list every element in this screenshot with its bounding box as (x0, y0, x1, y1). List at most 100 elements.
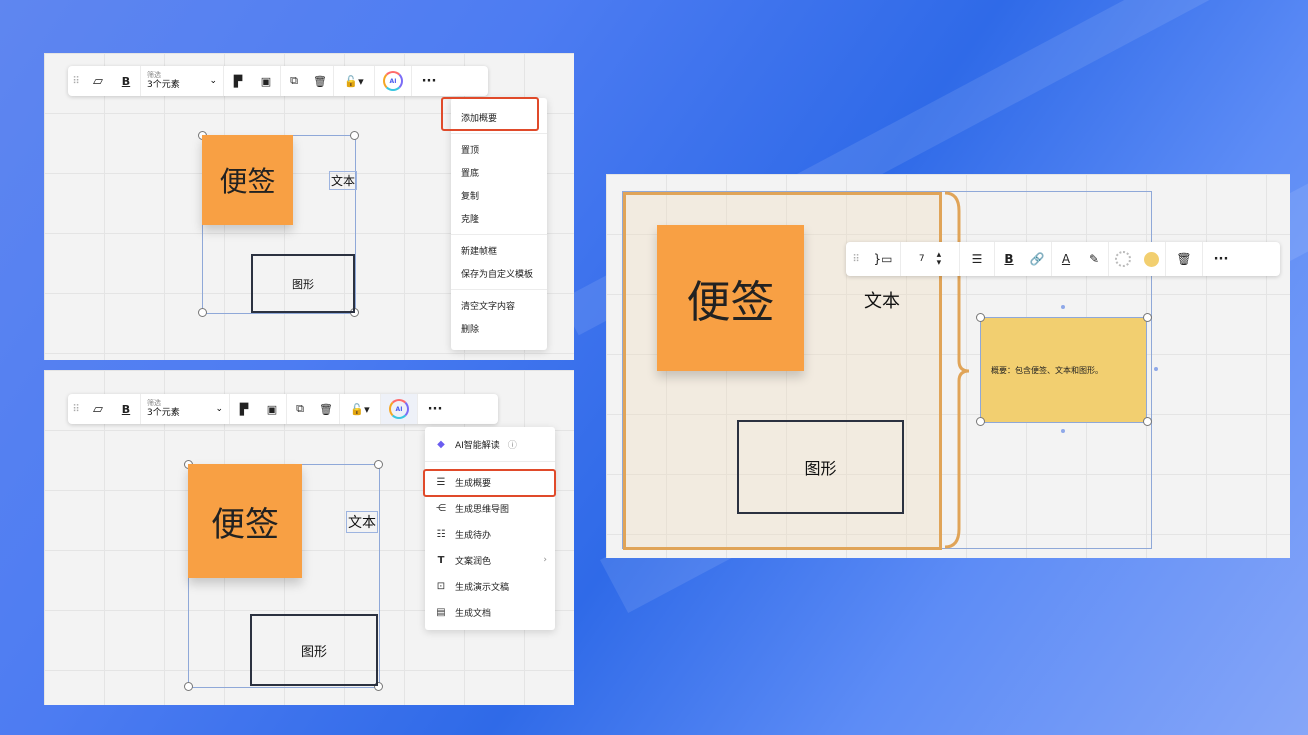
trash-icon[interactable]: 🗑 (307, 66, 333, 96)
connection-point[interactable] (1154, 367, 1158, 371)
menu-item-generate-todo[interactable]: ☷ 生成待办 (425, 521, 555, 547)
menu-item-generate-mindmap[interactable]: ⋲ 生成思维导图 (425, 495, 555, 521)
rectangle-shape[interactable]: 图形 (250, 614, 378, 686)
font-size-value: 7 (918, 254, 925, 264)
canvas-panel-top: ⠿ ▱ B 筛选 3个元素 ⌄ ▛ ▣ ⧉ 🗑 🔓▾ AI ··· 便签 文本 … (44, 53, 574, 360)
trash-icon[interactable]: 🗑 (1166, 242, 1202, 276)
trash-icon[interactable]: 🗑 (313, 394, 339, 424)
frame-icon[interactable]: ▣ (258, 394, 286, 424)
canvas-panel-bottom: ⠿ ▱ B 筛选 3个元素 ⌄ ▛ ▣ ⧉ 🗑 🔓▾ AI ··· 便签 文本 … (44, 370, 574, 705)
bold-icon[interactable]: B (112, 66, 140, 96)
ai-button[interactable]: AI (381, 394, 417, 424)
summary-style-icon[interactable]: }▭ (866, 242, 900, 276)
chevron-down-icon: ⌄ (215, 404, 223, 414)
stepper-arrows-icon: ▴ ▾ (936, 250, 942, 268)
lock-icon[interactable]: 🔓▾ (334, 66, 374, 96)
align-icon[interactable]: ▛ (230, 394, 258, 424)
chevron-right-icon: › (543, 555, 547, 565)
font-size-stepper[interactable]: 7 ▴ ▾ (901, 242, 959, 276)
rectangle-shape[interactable]: 图形 (737, 420, 904, 514)
sticky-note-icon[interactable]: ▱ (84, 394, 112, 424)
align-icon[interactable]: ▛ (224, 66, 252, 96)
lock-icon[interactable]: 🔓▾ (340, 394, 380, 424)
menu-item-polish-text[interactable]: T 文案润色 › (425, 547, 555, 573)
resize-handle[interactable] (976, 313, 985, 322)
connection-point[interactable] (1061, 429, 1065, 433)
menu-divider (451, 234, 547, 235)
menu-divider (451, 133, 547, 134)
resize-handle[interactable] (1143, 417, 1152, 426)
menu-item-clone[interactable]: 克隆 (451, 207, 547, 230)
canvas-panel-right: 便签 文本 图形 概要：包含便签、文本和图形。 ⠿ }▭ 7 ▴ ▾ ☰ B 🔗 … (606, 174, 1290, 558)
duplicate-icon[interactable]: ⧉ (281, 66, 307, 96)
ai-menu-title: AI智能解读 (455, 440, 500, 451)
menu-item-label: 生成演示文稿 (455, 582, 510, 593)
menu-item-generate-slides[interactable]: ⊡ 生成演示文稿 (425, 573, 555, 599)
duplicate-icon[interactable]: ⧉ (287, 394, 313, 424)
menu-item-send-to-back[interactable]: 置底 (451, 161, 547, 184)
rectangle-shape[interactable]: 图形 (251, 254, 355, 313)
text-color-icon[interactable]: A (1052, 242, 1080, 276)
sticky-note[interactable]: 便签 (188, 464, 302, 578)
highlighter-icon[interactable]: ✎ (1080, 242, 1108, 276)
fill-color-icon[interactable] (1137, 242, 1165, 276)
text-element[interactable]: 文本 (864, 287, 900, 313)
link-icon[interactable]: 🔗 (1023, 242, 1051, 276)
more-menu: 添加概要 置顶 置底 复制 克隆 新建帧框 保存为自定义模板 清空文字内容 删除 (451, 98, 547, 350)
summary-node[interactable]: 概要：包含便签、文本和图形。 (980, 317, 1147, 423)
drag-handle-icon[interactable]: ⠿ (846, 242, 866, 276)
filter-value: 3个元素 (147, 80, 180, 90)
resize-handle[interactable] (1143, 313, 1152, 322)
selection-toolbar: ⠿ ▱ B 筛选 3个元素 ⌄ ▛ ▣ ⧉ 🗑 🔓▾ AI ··· (68, 66, 488, 96)
sticky-note[interactable]: 便签 (202, 135, 293, 225)
more-icon[interactable]: ··· (412, 66, 446, 96)
frame-icon[interactable]: ▣ (252, 66, 280, 96)
resize-handle[interactable] (184, 682, 193, 691)
filter-value: 3个元素 (147, 408, 180, 418)
menu-item-save-template[interactable]: 保存为自定义模板 (451, 262, 547, 285)
checklist-icon: ☷ (436, 528, 446, 540)
filter-dropdown[interactable]: 筛选 3个元素 ⌄ (141, 71, 223, 91)
menu-item-label: 文案润色 (455, 556, 492, 567)
resize-handle[interactable] (350, 131, 359, 140)
filter-label: 筛选 (147, 399, 161, 407)
menu-item-copy[interactable]: 复制 (451, 184, 547, 207)
menu-item-label: 生成文档 (455, 608, 492, 619)
more-icon[interactable]: ··· (418, 394, 452, 424)
sticky-note[interactable]: 便签 (657, 225, 804, 371)
ai-button[interactable]: AI (375, 66, 411, 96)
drag-handle-icon[interactable]: ⠿ (68, 66, 84, 96)
bold-icon[interactable]: B (995, 242, 1023, 276)
ai-menu: ◆ AI智能解读 ⓘ ☰ 生成概要 ⋲ 生成思维导图 ☷ 生成待办 T 文案润色… (425, 427, 555, 630)
menu-item-clear-text[interactable]: 清空文字内容 (451, 294, 547, 317)
drag-handle-icon[interactable]: ⠿ (68, 394, 84, 424)
text-element[interactable]: 文本 (346, 511, 378, 533)
selection-toolbar: ⠿ ▱ B 筛选 3个元素 ⌄ ▛ ▣ ⧉ 🗑 🔓▾ AI ··· (68, 394, 498, 424)
menu-item-bring-to-front[interactable]: 置顶 (451, 138, 547, 161)
sticky-note-icon[interactable]: ▱ (84, 66, 112, 96)
document-icon: ▤ (436, 606, 446, 618)
ai-icon: AI (383, 71, 403, 91)
menu-item-label: 生成待办 (455, 530, 492, 541)
presentation-icon: ⊡ (436, 580, 446, 592)
bold-icon[interactable]: B (112, 394, 140, 424)
filter-dropdown[interactable]: 筛选 3个元素 ⌄ (141, 399, 229, 419)
menu-item-delete[interactable]: 删除 (451, 317, 547, 340)
resize-handle[interactable] (374, 460, 383, 469)
text-element[interactable]: 文本 (329, 171, 358, 190)
summary-toolbar: ⠿ }▭ 7 ▴ ▾ ☰ B 🔗 A ✎ 🗑 ··· (846, 242, 1280, 276)
connection-point[interactable] (1061, 305, 1065, 309)
resize-handle[interactable] (198, 308, 207, 317)
align-left-icon[interactable]: ☰ (960, 242, 994, 276)
more-icon[interactable]: ··· (1203, 242, 1239, 276)
text-polish-icon: T (437, 554, 445, 566)
highlight-box (423, 469, 556, 497)
ai-icon: AI (389, 399, 409, 419)
chevron-down-icon: ⌄ (209, 76, 217, 86)
border-color-icon[interactable] (1109, 242, 1137, 276)
resize-handle[interactable] (976, 417, 985, 426)
info-icon[interactable]: ⓘ (508, 438, 517, 451)
menu-item-new-frame[interactable]: 新建帧框 (451, 239, 547, 262)
menu-item-generate-document[interactable]: ▤ 生成文档 (425, 599, 555, 625)
highlight-box (441, 97, 539, 131)
